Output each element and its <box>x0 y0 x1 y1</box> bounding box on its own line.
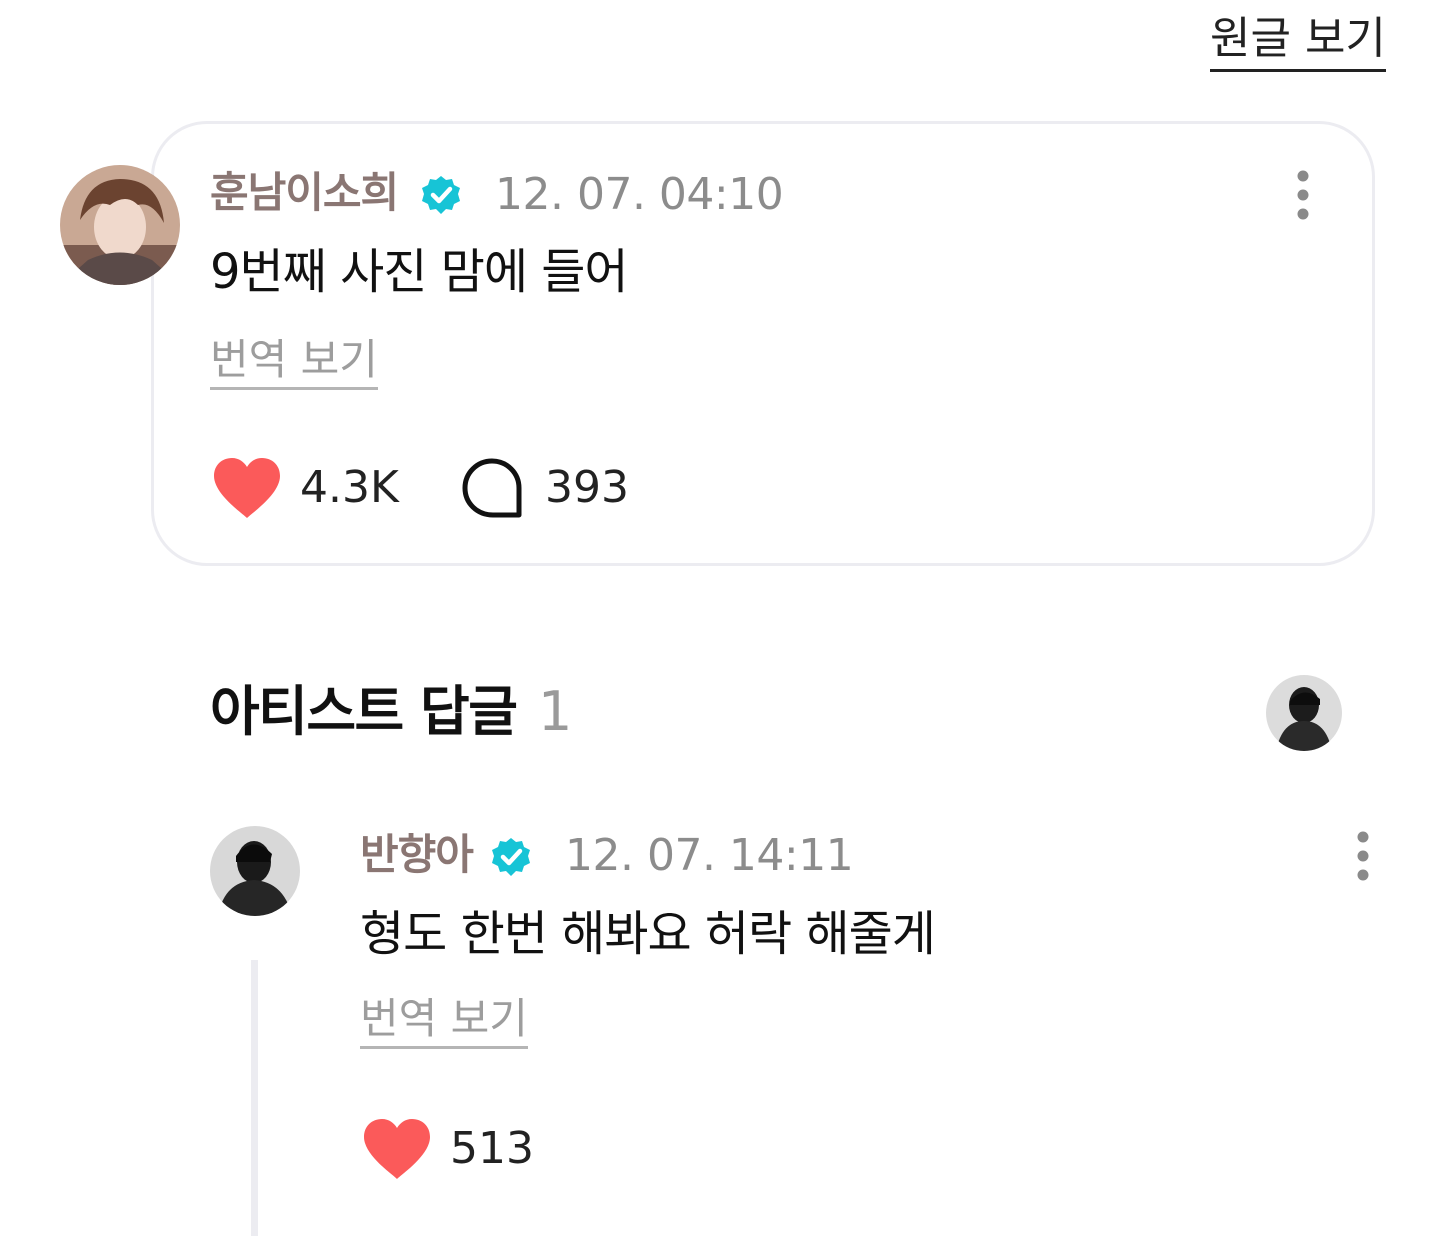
heart-icon <box>214 458 280 518</box>
post-translate-link[interactable]: 번역 보기 <box>210 336 378 391</box>
reply-like-button[interactable]: 513 <box>362 1117 562 1181</box>
reply-like-count: 513 <box>450 1123 534 1174</box>
artist-profile-avatar[interactable] <box>1266 675 1342 751</box>
reply-author-avatar[interactable] <box>210 826 300 916</box>
reply-timestamp: 12. 07. 14:11 <box>565 830 854 881</box>
reply-thread-line <box>251 960 258 1236</box>
reply-heart-icon <box>364 1119 430 1179</box>
artist-replies-title: 아티스트 답글 <box>210 680 518 743</box>
reply-translate-link[interactable]: 번역 보기 <box>360 995 528 1050</box>
reply-verified-badge-icon <box>490 836 532 882</box>
artist-replies-count: 1 <box>538 680 573 743</box>
reply-text: 형도 한번 해봐요 허락 해줄게 <box>360 906 936 962</box>
post-like-count: 4.3K <box>300 462 399 513</box>
post-text: 9번째 사진 맘에 들어 <box>210 244 629 300</box>
post-author-name[interactable]: 훈남이소희 <box>210 172 399 214</box>
post-comment-count: 393 <box>545 462 629 513</box>
post-like-button[interactable]: 4.3K <box>212 456 412 520</box>
post-comment-button[interactable]: 393 <box>461 456 641 520</box>
view-original-link[interactable]: 원글 보기 <box>1210 13 1386 72</box>
reply-author-name[interactable]: 반향아 <box>360 834 474 876</box>
post-timestamp: 12. 07. 04:10 <box>495 169 784 220</box>
post-author-avatar[interactable] <box>60 165 180 285</box>
verified-badge-icon <box>420 174 462 220</box>
reply-more-options-icon[interactable] <box>1351 827 1375 887</box>
post-more-options-icon[interactable] <box>1291 166 1315 226</box>
comment-icon <box>462 458 522 518</box>
